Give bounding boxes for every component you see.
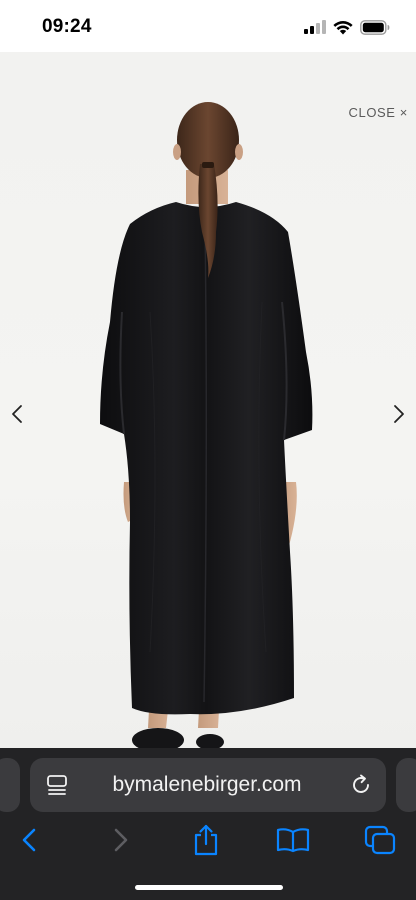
close-button[interactable]: CLOSE × xyxy=(349,105,409,120)
back-icon xyxy=(22,828,36,852)
status-time: 09:24 xyxy=(42,16,92,37)
page-menu-button[interactable] xyxy=(30,758,84,812)
next-tab-peek[interactable] xyxy=(396,758,416,812)
reload-button[interactable] xyxy=(336,758,386,812)
wifi-icon xyxy=(333,20,353,34)
share-icon xyxy=(194,824,218,856)
bookmarks-button[interactable] xyxy=(275,822,311,858)
tabs-icon xyxy=(364,825,396,855)
close-icon: × xyxy=(399,105,408,120)
screen: 09:24 CLOSE × bymalenebirger.com xyxy=(0,0,416,900)
signal-icon xyxy=(304,20,326,34)
battery-icon xyxy=(360,19,390,35)
back-button[interactable] xyxy=(12,822,48,858)
browser-nav-toolbar xyxy=(0,820,416,860)
previous-tab-peek[interactable] xyxy=(0,758,20,812)
chevron-right-icon[interactable] xyxy=(386,402,410,426)
page-menu-icon xyxy=(47,775,67,795)
share-button[interactable] xyxy=(188,822,224,858)
status-bar: 09:24 xyxy=(0,0,416,52)
reload-icon xyxy=(353,774,369,793)
product-gallery: CLOSE × xyxy=(0,52,416,748)
status-icons xyxy=(304,18,390,36)
bookmarks-icon xyxy=(276,828,310,853)
close-label: CLOSE xyxy=(348,105,396,120)
url-text: bymalenebirger.com xyxy=(112,773,302,796)
product-photo xyxy=(100,102,313,748)
chevron-left-icon[interactable] xyxy=(6,402,30,426)
forward-icon xyxy=(114,828,128,852)
forward-button[interactable] xyxy=(102,822,138,858)
address-bar[interactable]: bymalenebirger.com xyxy=(30,758,386,812)
tabs-button[interactable] xyxy=(362,822,398,858)
browser-toolbar: bymalenebirger.com xyxy=(0,748,416,900)
home-indicator[interactable] xyxy=(135,885,283,890)
